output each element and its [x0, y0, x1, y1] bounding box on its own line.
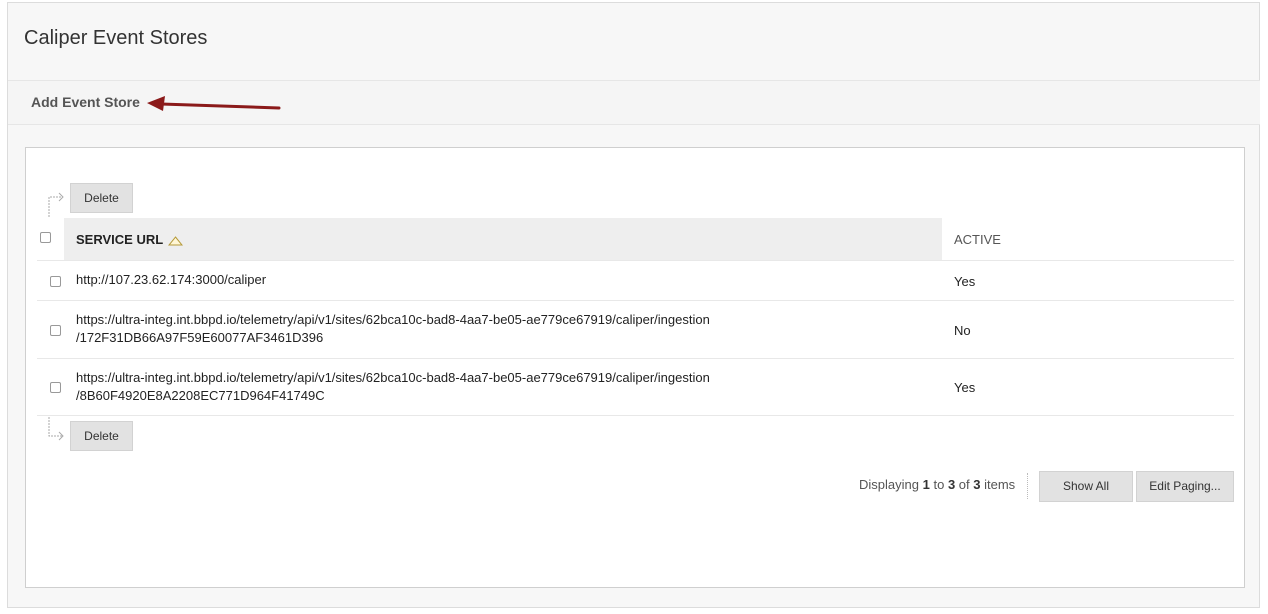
active-cell: Yes	[954, 380, 976, 395]
service-url-cell: http://107.23.62.174:3000/caliper	[76, 272, 267, 287]
column-header-service-url[interactable]: SERVICE URL	[76, 232, 184, 247]
delete-button-top[interactable]: Delete	[70, 183, 133, 213]
table-header-service-bg	[64, 218, 942, 261]
paging-to: to	[933, 477, 945, 492]
row-checkbox[interactable]	[50, 276, 61, 287]
column-header-active[interactable]: ACTIVE	[954, 232, 1001, 247]
row-divider	[37, 260, 1234, 261]
event-stores-panel	[25, 147, 1245, 588]
row-divider	[37, 300, 1234, 301]
service-url-line2: /172F31DB66A97F59E60077AF3461D396	[76, 330, 324, 345]
service-url-cell: https://ultra-integ.int.bbpd.io/telemetr…	[76, 369, 710, 405]
row-divider	[37, 358, 1234, 359]
annotation-arrow-icon	[147, 96, 281, 111]
service-url-line2: /8B60F4920E8A2208EC771D964F41749C	[76, 388, 325, 403]
bulk-action-bracket-icon	[48, 192, 64, 217]
paging-suffix: items	[984, 477, 1016, 492]
show-all-button[interactable]: Show All	[1039, 471, 1133, 502]
select-all-checkbox[interactable]	[40, 232, 51, 243]
paging-end: 3	[947, 477, 956, 492]
delete-button-bottom[interactable]: Delete	[70, 421, 133, 451]
row-checkbox[interactable]	[50, 382, 61, 393]
paging-status: Displaying 1 to 3 of 3 items	[859, 477, 1015, 492]
row-checkbox[interactable]	[50, 325, 61, 336]
edit-paging-button[interactable]: Edit Paging...	[1136, 471, 1234, 502]
active-cell: No	[954, 323, 971, 338]
active-cell: Yes	[954, 274, 976, 289]
paging-of: of	[958, 477, 970, 492]
service-url-cell: https://ultra-integ.int.bbpd.io/telemetr…	[76, 311, 710, 347]
sort-ascending-icon	[168, 235, 184, 246]
paging-start: 1	[922, 477, 930, 492]
service-url-line1: https://ultra-integ.int.bbpd.io/telemetr…	[76, 370, 710, 385]
paging-total: 3	[973, 477, 981, 492]
page-title: Caliper Event Stores	[24, 27, 208, 49]
add-event-store-button[interactable]: Add Event Store	[31, 94, 140, 110]
row-divider	[37, 415, 1234, 416]
paging-separator	[1027, 473, 1028, 499]
service-url-line1: https://ultra-integ.int.bbpd.io/telemetr…	[76, 312, 710, 327]
bulk-action-bracket-bottom-icon	[48, 417, 64, 441]
column-header-service-url-label: SERVICE URL	[76, 232, 164, 247]
paging-prefix: Displaying	[859, 477, 919, 492]
